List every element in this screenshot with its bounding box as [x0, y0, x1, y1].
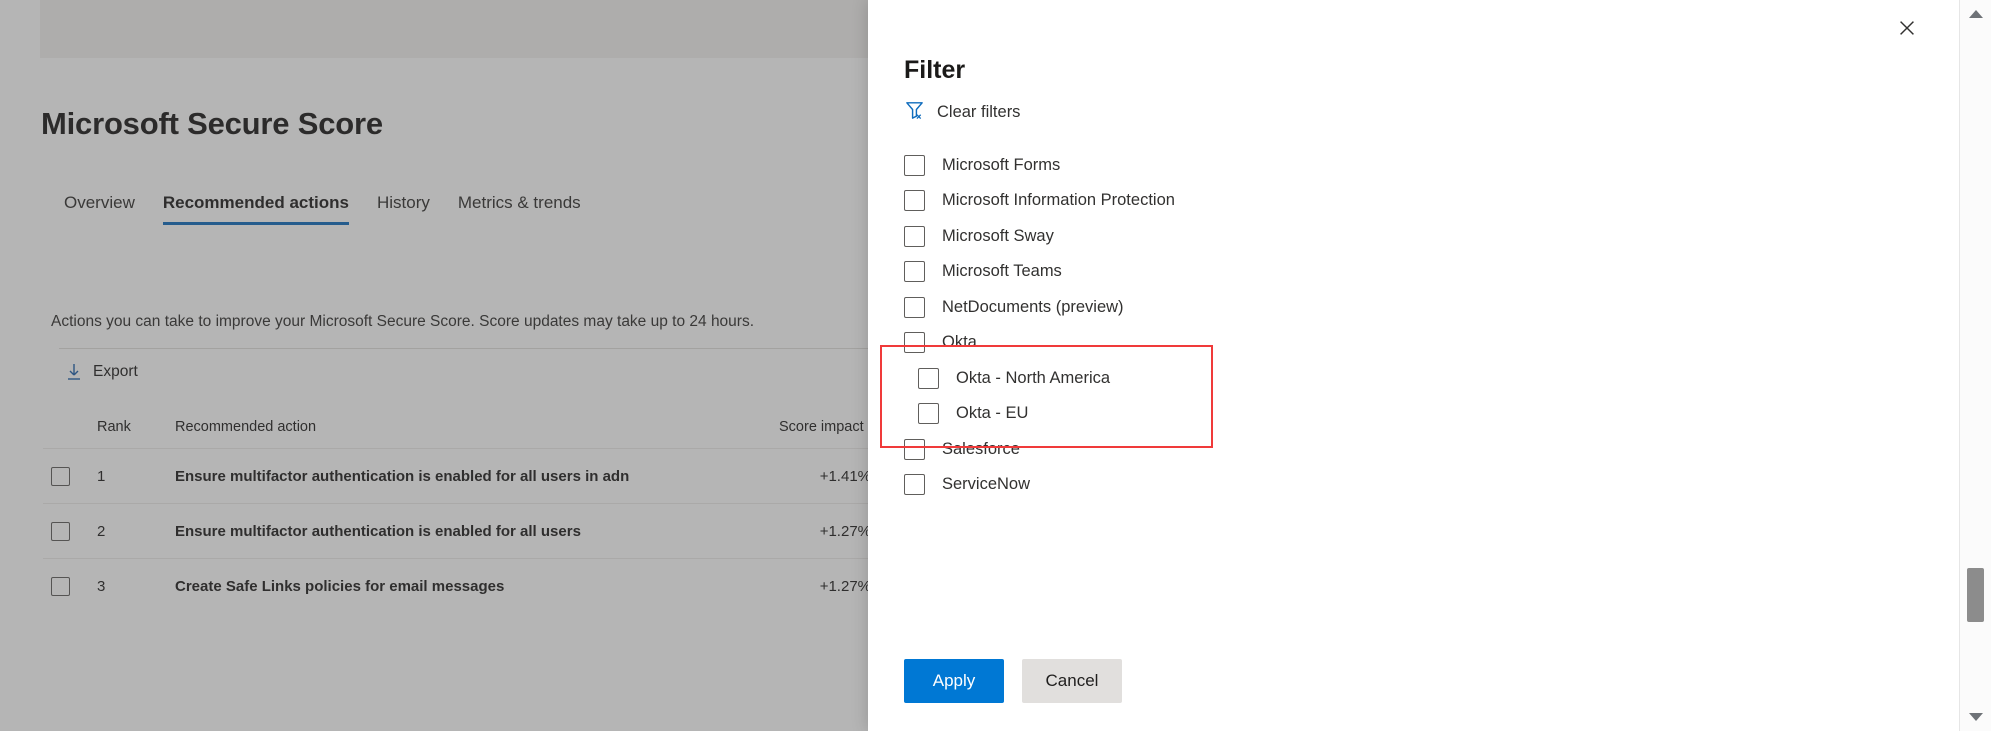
tab-recommended-actions[interactable]: Recommended actions — [149, 193, 363, 225]
row-checkbox[interactable] — [51, 577, 70, 596]
filter-option-checkbox[interactable] — [904, 155, 925, 176]
filter-option-checkbox[interactable] — [904, 297, 925, 318]
cell-score-impact: +1.41% — [779, 468, 871, 485]
scrollbar-thumb[interactable] — [1967, 568, 1984, 622]
export-button[interactable]: Export — [59, 358, 144, 386]
cell-recommended-action[interactable]: Create Safe Links policies for email mes… — [175, 578, 779, 595]
tab-list: Overview Recommended actions History Met… — [50, 193, 595, 225]
filter-option[interactable]: Microsoft Teams — [904, 254, 1914, 290]
filter-option[interactable]: Microsoft Forms — [904, 148, 1914, 184]
filter-options-list[interactable]: Microsoft Defender for Cloud Apps Microso… — [904, 140, 1914, 508]
tab-metrics-and-trends[interactable]: Metrics & trends — [444, 193, 595, 225]
export-label: Export — [93, 363, 138, 381]
cell-rank: 1 — [97, 468, 175, 485]
filter-option-label: Microsoft Sway — [942, 227, 1054, 246]
filter-option-label: Microsoft Information Protection — [942, 191, 1175, 210]
close-icon — [1896, 17, 1918, 44]
scroll-down-arrow-icon[interactable] — [1960, 703, 1991, 731]
filter-option-checkbox[interactable] — [918, 368, 939, 389]
clear-filters-button[interactable]: Clear filters — [904, 99, 1020, 125]
filter-option-checkbox[interactable] — [904, 332, 925, 353]
cancel-button[interactable]: Cancel — [1022, 659, 1122, 703]
filter-panel-title: Filter — [904, 56, 965, 85]
filter-option[interactable]: NetDocuments (preview) — [904, 290, 1914, 326]
filter-option[interactable]: Salesforce — [904, 432, 1914, 468]
filter-option[interactable]: Microsoft Information Protection — [904, 183, 1914, 219]
filter-option-checkbox[interactable] — [904, 474, 925, 495]
row-checkbox[interactable] — [51, 467, 70, 486]
filter-option-checkbox[interactable] — [904, 261, 925, 282]
filter-option-label: Okta - North America — [956, 369, 1110, 388]
filter-option[interactable]: Okta - North America — [904, 361, 1914, 397]
browser-scrollbar[interactable] — [1959, 0, 1991, 731]
filter-option[interactable]: Okta - EU — [904, 396, 1914, 432]
filter-option-label: NetDocuments (preview) — [942, 298, 1124, 317]
row-select-cell — [51, 467, 97, 486]
tab-overview[interactable]: Overview — [50, 193, 149, 225]
filter-flyout-panel: Filter Clear filters Microsoft Defender … — [868, 0, 1959, 731]
column-header-recommended-action[interactable]: Recommended action — [175, 419, 779, 435]
page-subtitle: Actions you can take to improve your Mic… — [51, 313, 754, 331]
filter-option-checkbox[interactable] — [904, 190, 925, 211]
tab-history[interactable]: History — [363, 193, 444, 225]
filter-option-label: Okta — [942, 333, 977, 352]
filter-panel-actions: Apply Cancel — [904, 659, 1122, 703]
filter-option-label: Microsoft Teams — [942, 262, 1062, 281]
cell-score-impact: +1.27% — [779, 523, 871, 540]
apply-button[interactable]: Apply — [904, 659, 1004, 703]
clear-filters-label: Clear filters — [937, 103, 1020, 122]
tab-label: Overview — [64, 193, 135, 212]
filter-option-checkbox[interactable] — [918, 403, 939, 424]
download-icon — [65, 362, 83, 382]
cell-rank: 3 — [97, 578, 175, 595]
filter-option-label: ServiceNow — [942, 475, 1030, 494]
row-checkbox[interactable] — [51, 522, 70, 541]
screen: Microsoft Secure Score Overview Recommen… — [0, 0, 1991, 731]
cell-recommended-action[interactable]: Ensure multifactor authentication is ena… — [175, 468, 779, 485]
filter-option-checkbox[interactable] — [904, 226, 925, 247]
cell-rank: 2 — [97, 523, 175, 540]
filter-option-label: Microsoft Forms — [942, 156, 1060, 175]
filter-option-label: Salesforce — [942, 440, 1020, 459]
filter-option-label: Okta - EU — [956, 404, 1028, 423]
filter-option-checkbox[interactable] — [904, 439, 925, 460]
tab-label: Recommended actions — [163, 193, 349, 212]
filter-option[interactable]: ServiceNow — [904, 467, 1914, 503]
filter-option[interactable]: Microsoft Sway — [904, 219, 1914, 255]
close-button[interactable] — [1889, 12, 1925, 48]
tab-label: Metrics & trends — [458, 193, 581, 212]
tab-label: History — [377, 193, 430, 212]
column-header-score-impact[interactable]: Score impact — [779, 419, 871, 435]
row-select-cell — [51, 577, 97, 596]
page-title: Microsoft Secure Score — [41, 106, 383, 142]
scroll-up-arrow-icon[interactable] — [1960, 0, 1991, 28]
column-header-rank[interactable]: Rank — [97, 419, 175, 435]
cell-score-impact: +1.27% — [779, 578, 871, 595]
cell-recommended-action[interactable]: Ensure multifactor authentication is ena… — [175, 523, 779, 540]
filter-option[interactable]: Okta — [904, 325, 1914, 361]
row-select-cell — [51, 522, 97, 541]
filter-clear-icon — [904, 99, 925, 125]
filter-option[interactable]: Microsoft Defender for Cloud Apps — [904, 140, 1914, 148]
